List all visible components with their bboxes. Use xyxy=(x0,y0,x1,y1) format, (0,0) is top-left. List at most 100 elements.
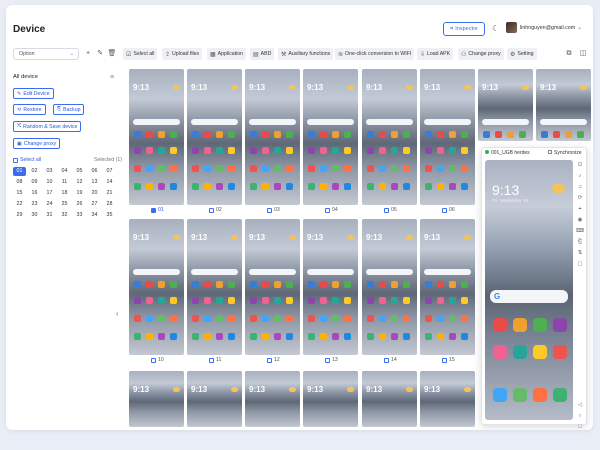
device-screen[interactable]: 9:13 xyxy=(187,371,242,427)
inspector-button[interactable]: ⌗ Inspector xyxy=(443,22,485,36)
device-screen[interactable]: 9:13 xyxy=(536,69,591,141)
home-icon[interactable]: ○ xyxy=(575,411,585,422)
volume-up-icon[interactable]: ♪ xyxy=(575,171,585,182)
app-icon[interactable] xyxy=(493,388,507,402)
load-apk-button[interactable]: ⇩ Load APK xyxy=(417,48,454,60)
device-number-01[interactable]: 01 xyxy=(13,167,26,176)
rotate-icon[interactable]: ⟳ xyxy=(575,193,585,204)
device-number-31[interactable]: 31 xyxy=(43,211,56,220)
device-number-11[interactable]: 11 xyxy=(58,178,71,187)
select-all-button[interactable]: ☑ Select all xyxy=(123,48,158,60)
device-checkbox-11[interactable]: 11 xyxy=(209,357,221,363)
delete-icon[interactable]: 🗑 xyxy=(107,49,117,59)
device-number-33[interactable]: 33 xyxy=(73,211,86,220)
device-checkbox-10[interactable]: 10 xyxy=(151,357,164,363)
device-number-34[interactable]: 34 xyxy=(88,211,101,220)
device-number-30[interactable]: 30 xyxy=(28,211,41,220)
recent-icon[interactable]: □ xyxy=(575,422,585,430)
device-screen[interactable]: 9:13 xyxy=(187,219,242,355)
screenshot-icon[interactable]: ⌖ xyxy=(575,204,585,215)
device-checkbox-14[interactable]: 14 xyxy=(384,357,397,363)
device-number-10[interactable]: 10 xyxy=(43,178,56,187)
device-screen[interactable]: 9:13 xyxy=(303,371,358,427)
device-screen-large[interactable]: 9:13 Fri, September 19 G xyxy=(485,160,573,420)
device-number-18[interactable]: 18 xyxy=(58,189,71,198)
theme-toggle-moon-icon[interactable]: ☾ xyxy=(492,24,501,33)
sync-label[interactable]: Synchronize xyxy=(554,150,582,156)
change-proxy-button[interactable]: ⚇ Change proxy xyxy=(458,48,504,60)
random-save-device-button[interactable]: ⤭ Random & Save device xyxy=(13,121,82,132)
device-number-05[interactable]: 05 xyxy=(73,167,86,176)
device-screen[interactable]: 9:13 xyxy=(303,219,358,355)
avatar[interactable] xyxy=(506,22,517,33)
device-number-25[interactable]: 25 xyxy=(58,200,71,209)
device-screen[interactable]: 9:13 xyxy=(420,371,475,427)
app-icon[interactable] xyxy=(493,318,507,332)
device-number-24[interactable]: 24 xyxy=(43,200,56,209)
volume-down-icon[interactable]: ♫ xyxy=(575,182,585,193)
upload-files-button[interactable]: ⇪ Upload files xyxy=(162,48,203,60)
app-icon[interactable] xyxy=(533,388,547,402)
device-checkbox-13[interactable]: 13 xyxy=(325,357,338,363)
google-search-bar[interactable] xyxy=(490,290,568,303)
device-number-04[interactable]: 04 xyxy=(58,167,71,176)
app-icon[interactable] xyxy=(533,318,547,332)
add-icon[interactable]: + xyxy=(83,49,93,59)
panel-icon[interactable]: ◫ xyxy=(578,49,588,59)
device-screen[interactable]: 9:13 xyxy=(129,219,184,355)
file-icon[interactable]: ▢ xyxy=(575,259,585,270)
device-number-23[interactable]: 23 xyxy=(28,200,41,209)
auxiliary-functions-button[interactable]: ⚒ Auxiliary functions xyxy=(278,48,334,60)
device-number-17[interactable]: 17 xyxy=(43,189,56,198)
app-icon[interactable] xyxy=(513,318,527,332)
device-number-08[interactable]: 08 xyxy=(13,178,26,187)
device-number-19[interactable]: 19 xyxy=(73,189,86,198)
device-number-20[interactable]: 20 xyxy=(88,189,101,198)
wifi-conversion-button[interactable]: ≋ One-click conversion to WIFI xyxy=(335,48,415,60)
keyboard-icon[interactable]: ⌨ xyxy=(575,226,585,237)
backup-button[interactable]: ⎘ Backup xyxy=(53,104,85,115)
device-screen[interactable]: 9:13 xyxy=(129,69,184,205)
back-icon[interactable]: ◁ xyxy=(575,400,585,411)
device-screen[interactable]: 9:13 xyxy=(303,69,358,205)
app-icon[interactable] xyxy=(493,345,507,359)
device-screen[interactable]: 9:13 xyxy=(129,371,184,427)
device-number-32[interactable]: 32 xyxy=(58,211,71,220)
device-screen[interactable]: 9:13 xyxy=(187,69,242,205)
setting-button[interactable]: ⚙ Setting xyxy=(507,48,537,60)
app-icon[interactable] xyxy=(533,345,547,359)
device-screen[interactable]: 9:13 xyxy=(245,69,300,205)
device-screen[interactable]: 9:13 xyxy=(362,69,417,205)
device-checkbox-05[interactable]: 05 xyxy=(384,207,397,213)
device-number-14[interactable]: 14 xyxy=(103,178,116,187)
device-number-22[interactable]: 22 xyxy=(13,200,26,209)
device-number-02[interactable]: 02 xyxy=(28,167,41,176)
app-icon[interactable] xyxy=(553,345,567,359)
device-number-28[interactable]: 28 xyxy=(103,200,116,209)
device-screen[interactable]: 9:13 xyxy=(362,371,417,427)
device-number-07[interactable]: 07 xyxy=(103,167,116,176)
device-screen[interactable]: 9:13 xyxy=(420,69,475,205)
app-icon[interactable] xyxy=(513,388,527,402)
restore-button[interactable]: ⟲ Restore xyxy=(13,104,46,115)
chevron-left-icon[interactable]: ‹ xyxy=(116,311,118,318)
device-number-09[interactable]: 09 xyxy=(28,178,41,187)
transfer-icon[interactable]: ⇅ xyxy=(575,248,585,259)
edit-icon[interactable]: ✎ xyxy=(95,49,105,59)
device-number-16[interactable]: 16 xyxy=(28,189,41,198)
edit-device-button[interactable]: ✎ Edit Device xyxy=(13,88,54,99)
layout-icon[interactable]: ⧉ xyxy=(564,49,574,59)
device-number-06[interactable]: 06 xyxy=(88,167,101,176)
option-select[interactable]: Option ⌄ xyxy=(13,48,79,60)
device-number-12[interactable]: 12 xyxy=(73,178,86,187)
record-icon[interactable]: ◉ xyxy=(575,215,585,226)
device-checkbox-15[interactable]: 15 xyxy=(442,357,455,363)
menu-icon[interactable]: ≡ xyxy=(110,74,114,81)
device-screen[interactable]: 9:13 xyxy=(420,219,475,355)
device-screen[interactable]: 9:13 xyxy=(245,371,300,427)
device-number-26[interactable]: 26 xyxy=(73,200,86,209)
device-checkbox-02[interactable]: 02 xyxy=(209,207,222,213)
select-all-checkbox[interactable]: Select all xyxy=(13,157,41,163)
user-email[interactable]: linhnguyen@gmail.com xyxy=(520,25,575,31)
device-number-03[interactable]: 03 xyxy=(43,167,56,176)
